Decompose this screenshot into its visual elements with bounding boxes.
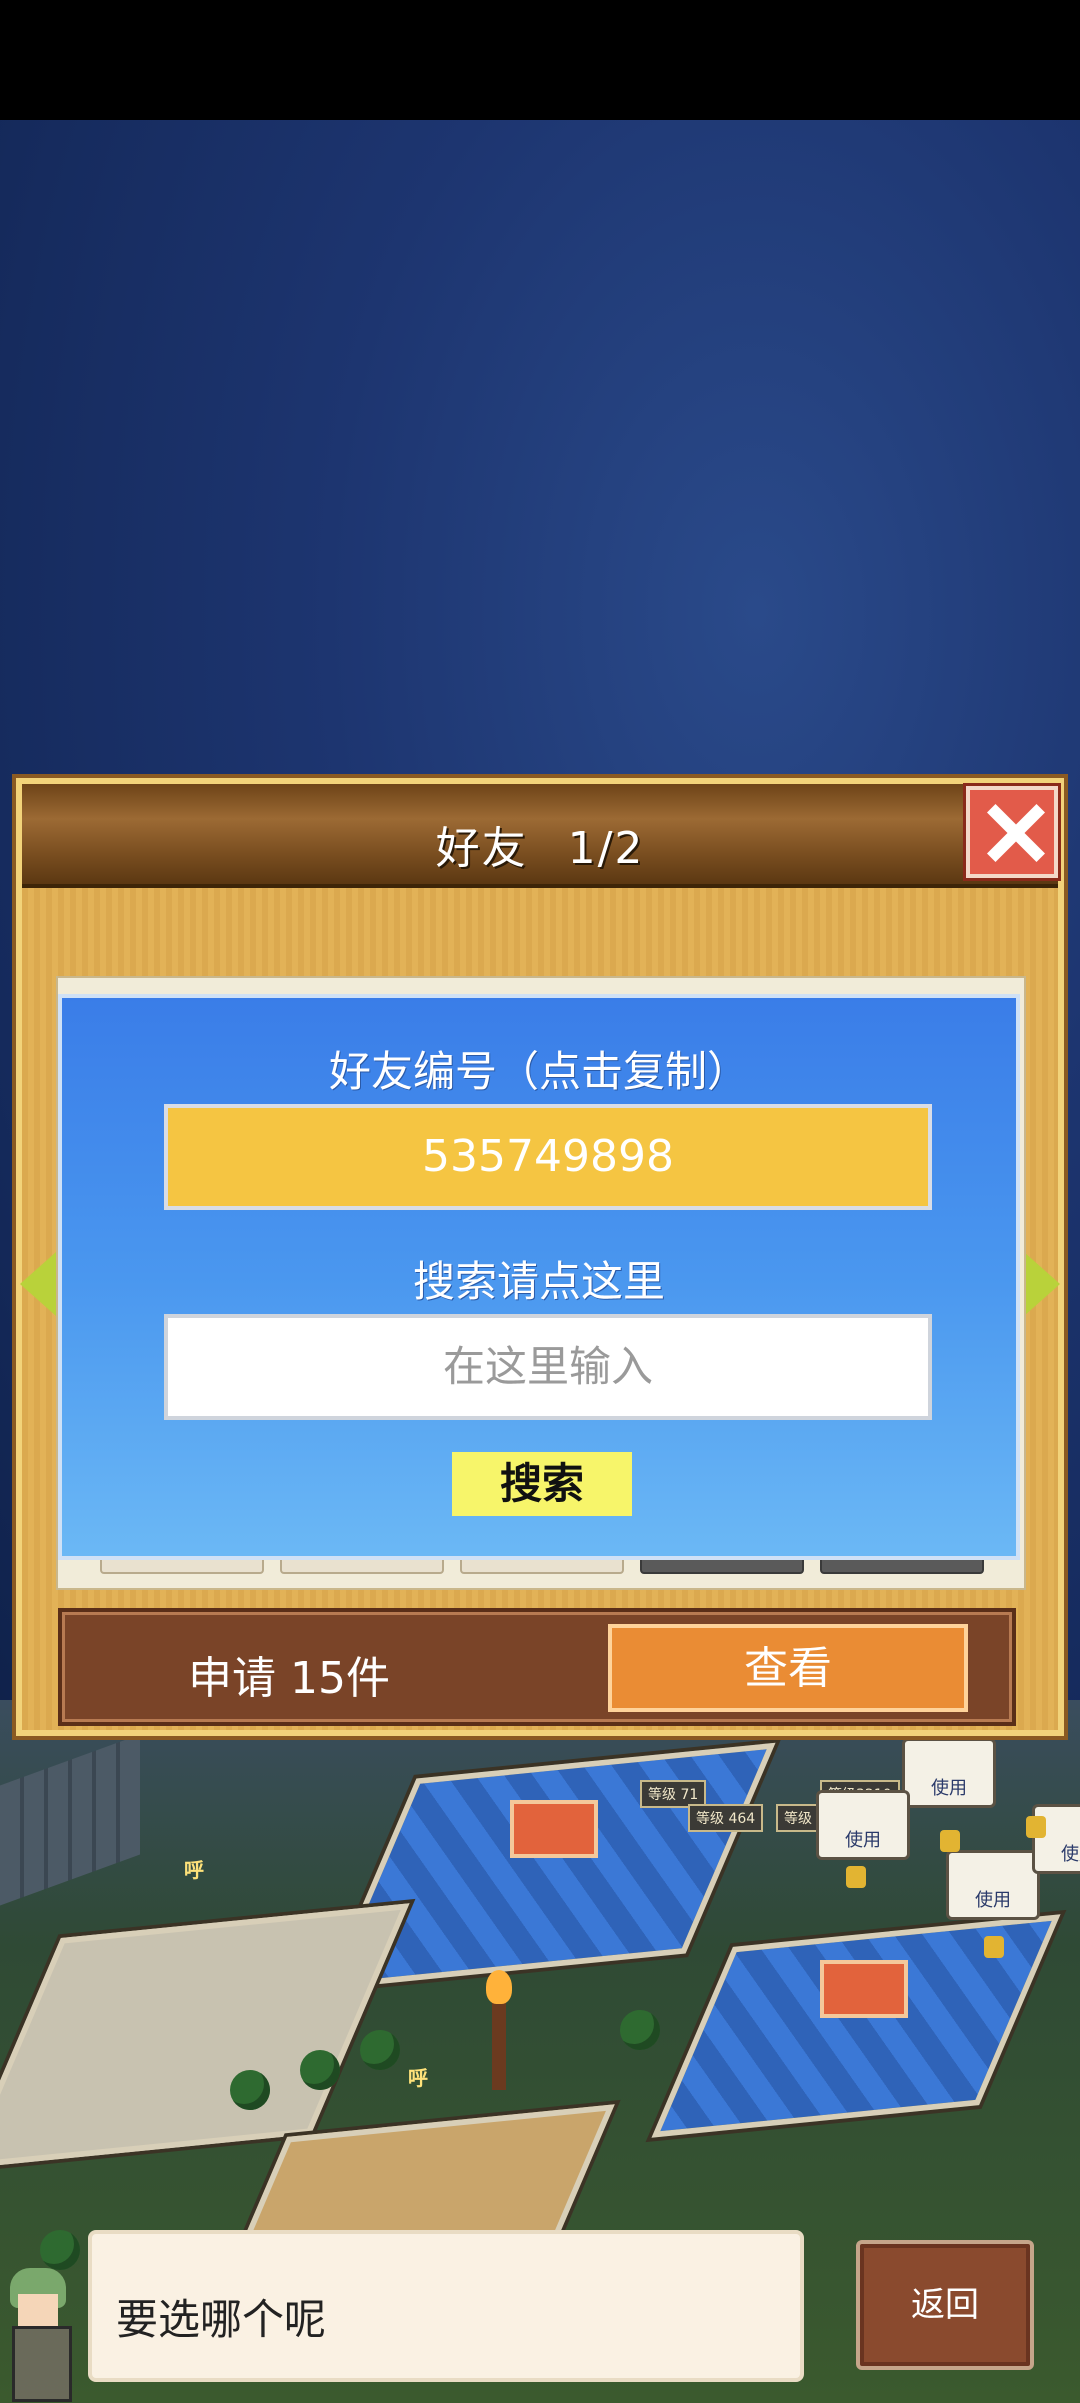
bed-icon <box>820 1960 908 2018</box>
character-body <box>12 2326 72 2402</box>
next-page-arrow-icon[interactable] <box>1024 1252 1060 1316</box>
lock-icon <box>984 1936 1004 1958</box>
speech-text: 要选哪个呢 <box>116 2295 327 2344</box>
search-heading: 搜索请点这里 <box>412 1257 665 1306</box>
shout-bubble: 呼 <box>184 1858 204 1882</box>
tree-icon <box>620 2010 660 2050</box>
tree-icon <box>300 2050 340 2090</box>
request-count: 申请 15件 <box>188 1653 390 1704</box>
friend-code-heading: 好友编号（点击复制） <box>328 1047 749 1096</box>
lock-icon <box>846 1866 866 1888</box>
lock-icon <box>940 1830 960 1852</box>
hot-spring-room[interactable] <box>0 1903 410 2169</box>
dialog-title-text: 好友 <box>435 823 528 874</box>
torch-icon <box>486 1970 512 2090</box>
search-button[interactable]: 搜索 <box>452 1452 632 1516</box>
character-avatar <box>0 2258 80 2403</box>
use-button[interactable]: 使用 <box>946 1850 1040 1920</box>
use-button[interactable]: 使用 <box>816 1790 910 1860</box>
dialog-title: 好友 1/2 <box>22 812 1058 876</box>
search-input[interactable]: 在这里输入 <box>164 1314 932 1420</box>
castle-wall <box>0 1734 140 1906</box>
use-button[interactable]: 使用 <box>902 1738 996 1808</box>
back-button[interactable]: 返回 <box>856 2240 1034 2370</box>
status-bar <box>0 0 1080 120</box>
level-tag: 等级 464 <box>688 1804 764 1832</box>
page-indicator: 1/2 <box>567 823 645 874</box>
use-button[interactable]: 使用 <box>1032 1804 1080 1874</box>
game-screen: 呼 呼 等级 71 等级 464 等级 71 等级3210 使用 使用 使用 使… <box>0 0 1080 2403</box>
tree-icon <box>360 2030 400 2070</box>
bath-pool-room[interactable] <box>326 1742 776 1990</box>
close-button[interactable] <box>966 786 1058 878</box>
prev-page-arrow-icon[interactable] <box>20 1252 56 1316</box>
shout-bubble: 呼 <box>408 2066 428 2090</box>
character-face <box>18 2294 58 2326</box>
friend-code-copy-button[interactable]: 535749898 <box>164 1104 932 1210</box>
bed-icon <box>510 1800 598 1858</box>
friend-requests-bar: 申请 15件 查看 <box>58 1608 1016 1726</box>
view-requests-button[interactable]: 查看 <box>608 1624 968 1712</box>
friend-code-panel: 好友编号（点击复制） 535749898 搜索请点这里 在这里输入 搜索 <box>58 994 1020 1560</box>
dialog-header: 好友 1/2 <box>22 784 1058 888</box>
speech-bubble: 要选哪个呢 <box>88 2230 804 2382</box>
lock-icon <box>1026 1816 1046 1838</box>
tree-icon <box>230 2070 270 2110</box>
